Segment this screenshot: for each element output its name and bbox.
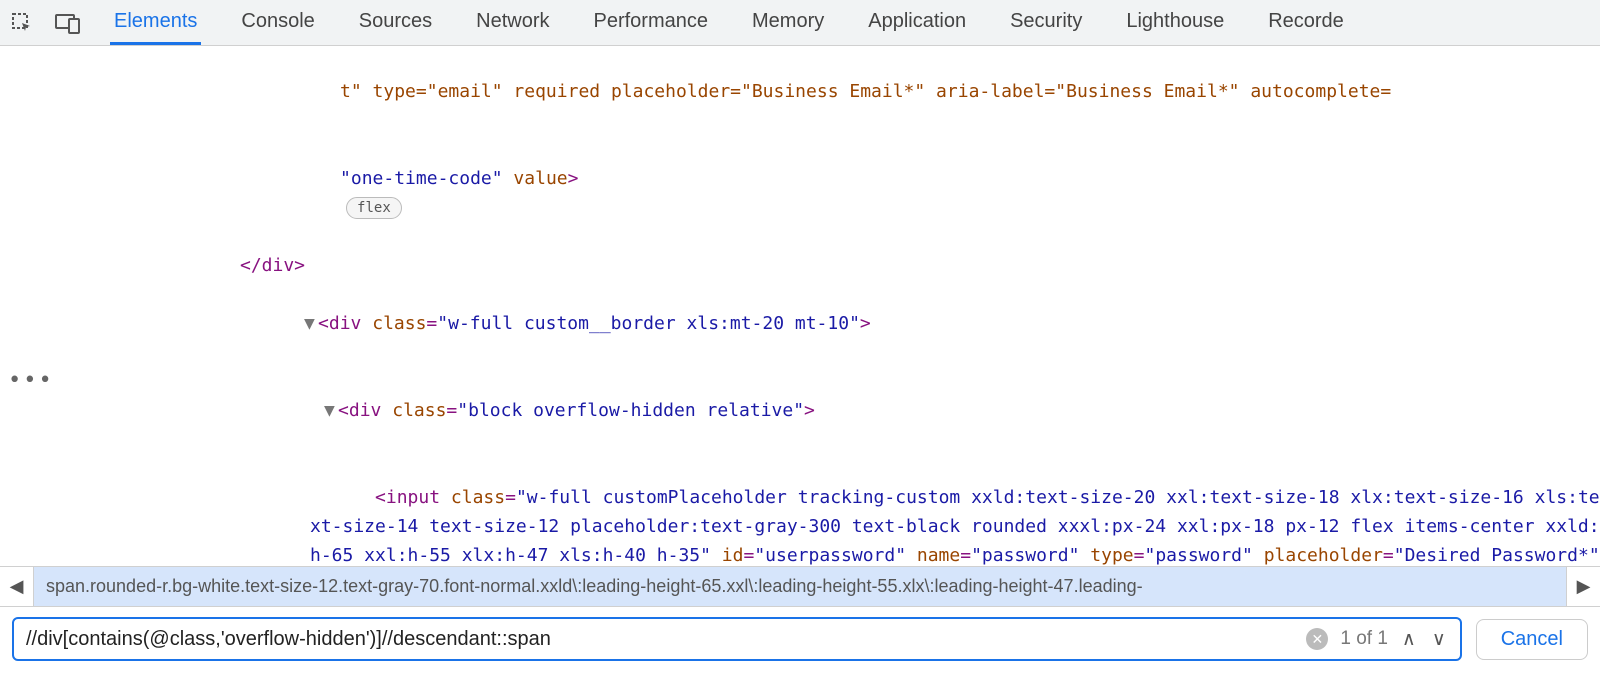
tab-label: Performance (594, 10, 709, 33)
code-text: type (1079, 545, 1133, 566)
code-text: "password" (971, 545, 1079, 566)
code-text: id (711, 545, 744, 566)
code-text: > (860, 313, 871, 334)
code-text: <div (338, 400, 381, 421)
tab-lighthouse[interactable]: Lighthouse (1122, 0, 1228, 45)
breadcrumb-path[interactable]: span.rounded-r.bg-white.text-size-12.tex… (34, 567, 1566, 606)
breadcrumb-scroll-right[interactable]: ▶ (1566, 567, 1600, 606)
tree-gutter: ••• (0, 46, 40, 566)
tab-performance[interactable]: Performance (590, 0, 713, 45)
tab-memory[interactable]: Memory (748, 0, 828, 45)
tab-label: Console (241, 10, 314, 33)
elements-tree[interactable]: ••• t" type="email" required placeholder… (0, 46, 1600, 566)
code-text: </div> (240, 255, 305, 276)
dom-node-div[interactable]: ▼<div class="w-full custom__border xls:m… (40, 280, 1600, 367)
search-box: ✕ 1 of 1 ∧ ∨ (12, 617, 1462, 661)
code-text: = (960, 545, 971, 566)
panel-tabs: Elements Console Sources Network Perform… (110, 0, 1348, 45)
tab-label: Lighthouse (1126, 10, 1224, 33)
dom-node-input[interactable]: <input class="w-full customPlaceholder t… (40, 454, 1600, 566)
code-text: "block overflow-hidden relative" (457, 400, 804, 421)
dom-node-fragment[interactable]: "one-time-code" value> flex (40, 135, 1600, 251)
tab-label: Network (476, 10, 549, 33)
search-prev-icon[interactable]: ∧ (1400, 628, 1418, 651)
code-text: "one-time-code" (340, 168, 503, 189)
code-text: name (906, 545, 960, 566)
tab-security[interactable]: Security (1006, 0, 1086, 45)
flex-badge[interactable]: flex (346, 197, 402, 219)
search-bar: ✕ 1 of 1 ∧ ∨ Cancel (0, 606, 1600, 671)
code-text: value (503, 168, 568, 189)
code-text: <input (375, 487, 440, 508)
devtools-tabbar: Elements Console Sources Network Perform… (0, 0, 1600, 46)
inspect-icon[interactable] (8, 9, 36, 37)
code-text: = (1134, 545, 1145, 566)
dom-node-div[interactable]: ▼<div class="block overflow-hidden relat… (40, 367, 1600, 454)
code-text: "Desired Password*" (1394, 545, 1600, 566)
tab-label: Application (868, 10, 966, 33)
breadcrumb-text: span.rounded-r.bg-white.text-size-12.tex… (46, 576, 1143, 597)
code-text: "password" (1144, 545, 1252, 566)
code-text: > (568, 168, 579, 189)
device-toggle-icon[interactable] (54, 9, 82, 37)
cancel-button[interactable]: Cancel (1476, 619, 1588, 660)
code-text: > (804, 400, 815, 421)
code-text: class (361, 313, 426, 334)
dom-close-tag[interactable]: </div> (40, 251, 1600, 280)
tab-application[interactable]: Application (864, 0, 970, 45)
expand-caret-icon[interactable]: ▼ (324, 396, 338, 425)
right-arrow-icon: ▶ (1577, 576, 1591, 597)
code-text: = (505, 487, 516, 508)
ellipsis-icon[interactable]: ••• (8, 366, 54, 395)
search-count: 1 of 1 (1340, 628, 1388, 650)
code-text: class (381, 400, 446, 421)
code-text: <div (318, 313, 361, 334)
code-text: "w-full custom__border xls:mt-20 mt-10" (437, 313, 860, 334)
code-text: = (1383, 545, 1394, 566)
tab-console[interactable]: Console (237, 0, 318, 45)
code-text: = (426, 313, 437, 334)
tab-sources[interactable]: Sources (355, 0, 436, 45)
code-text: class (440, 487, 505, 508)
tab-elements[interactable]: Elements (110, 0, 201, 45)
breadcrumb-scroll-left[interactable]: ◀ (0, 567, 34, 606)
search-input[interactable] (26, 628, 1294, 651)
code-text: placeholder (1253, 545, 1383, 566)
code-text: = (446, 400, 457, 421)
x-icon: ✕ (1311, 631, 1323, 648)
tab-network[interactable]: Network (472, 0, 553, 45)
cancel-label: Cancel (1501, 628, 1563, 650)
code-text: t" type="email" required placeholder="Bu… (340, 81, 1391, 102)
clear-search-icon[interactable]: ✕ (1306, 628, 1328, 650)
tab-label: Security (1010, 10, 1082, 33)
left-arrow-icon: ◀ (10, 576, 24, 597)
tab-label: Sources (359, 10, 432, 33)
tab-recorder[interactable]: Recorde (1264, 0, 1348, 45)
search-next-icon[interactable]: ∨ (1430, 628, 1448, 651)
expand-caret-icon[interactable]: ▼ (304, 309, 318, 338)
breadcrumb-bar: ◀ span.rounded-r.bg-white.text-size-12.t… (0, 566, 1600, 606)
tab-label: Memory (752, 10, 824, 33)
dom-node-fragment[interactable]: t" type="email" required placeholder="Bu… (40, 48, 1600, 135)
tab-label: Recorde (1268, 10, 1344, 33)
code-text: "userpassword" (754, 545, 906, 566)
tab-label: Elements (114, 10, 197, 33)
code-text: = (743, 545, 754, 566)
